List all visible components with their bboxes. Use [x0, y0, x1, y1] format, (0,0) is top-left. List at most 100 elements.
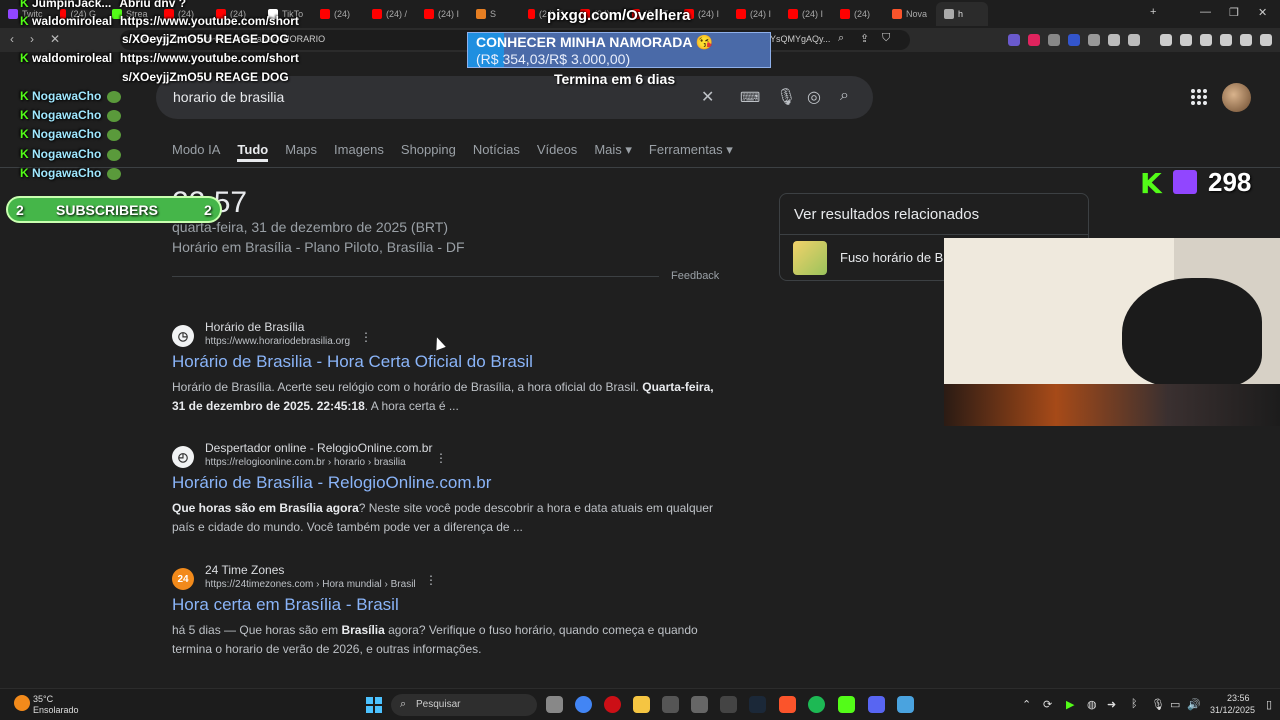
tab-favicon-icon: [320, 9, 330, 19]
tray-app-icon[interactable]: ⟳: [1043, 698, 1052, 711]
chrome-icon[interactable]: [575, 696, 592, 713]
tab-label: (24) I: [802, 9, 824, 19]
close-window-button[interactable]: ✕: [1258, 6, 1267, 19]
app-icon[interactable]: [720, 696, 737, 713]
zoom-icon[interactable]: ⌕: [838, 32, 844, 45]
brave-shield-icon[interactable]: ⛉: [882, 32, 890, 45]
extension-icon[interactable]: [1088, 34, 1100, 46]
network-icon[interactable]: ▭: [1170, 698, 1180, 711]
weather-temp[interactable]: 35°C: [33, 694, 53, 704]
new-tab-button[interactable]: +: [1150, 6, 1156, 18]
result-snippet: Horário de Brasília. Acerte seu relógio …: [172, 380, 714, 413]
more-options-icon[interactable]: ⋮: [425, 573, 437, 587]
volume-icon[interactable]: 🔊: [1187, 698, 1201, 711]
file-explorer-icon[interactable]: [633, 696, 650, 713]
chat-message: K NogawaCho: [20, 147, 122, 161]
browser-tab[interactable]: (24) I: [416, 2, 468, 26]
tab-favicon-icon: [736, 9, 746, 19]
wallet-icon[interactable]: [1200, 34, 1212, 46]
twitch-logo-icon: [1173, 170, 1197, 194]
clock-date[interactable]: 31/12/2025: [1210, 705, 1255, 715]
menu-icon[interactable]: [1260, 34, 1272, 46]
tab-label: (24) I: [438, 9, 460, 19]
sidebar-icon[interactable]: [1180, 34, 1192, 46]
discord-icon[interactable]: [868, 696, 885, 713]
tab-vídeos[interactable]: Vídeos: [537, 142, 577, 162]
steam-icon[interactable]: [749, 696, 766, 713]
tray-play-icon[interactable]: ▶: [1066, 698, 1074, 711]
tab-favicon-icon: [944, 9, 954, 19]
result-title-link[interactable]: Hora certa em Brasília - Brasil: [172, 595, 399, 615]
show-hidden-icons-icon[interactable]: ⌃: [1022, 698, 1031, 711]
search-icon[interactable]: ⌕: [840, 87, 849, 105]
more-options-icon[interactable]: ⋮: [360, 330, 372, 344]
sun-icon[interactable]: [14, 695, 30, 711]
tray-app-icon[interactable]: ➜: [1107, 698, 1116, 711]
notifications-icon[interactable]: ▯: [1266, 698, 1272, 711]
tray-app-icon[interactable]: ◍: [1087, 698, 1097, 711]
feedback-link[interactable]: Feedback: [671, 270, 719, 282]
extension-icon[interactable]: [1048, 34, 1060, 46]
tab-mais[interactable]: Mais ▾: [594, 142, 632, 162]
avatar[interactable]: [1222, 83, 1251, 112]
result-title-link[interactable]: Horário de Brasília - RelogioOnline.com.…: [172, 473, 491, 493]
maximize-button[interactable]: ❐: [1229, 6, 1239, 19]
browser-tab[interactable]: (24): [312, 2, 364, 26]
notepad-icon[interactable]: [897, 696, 914, 713]
browser-tab[interactable]: h: [936, 2, 988, 26]
donation-goal-name: CONHECER MINHA NAMORADA 😘: [476, 34, 714, 50]
screenshot-icon[interactable]: [1128, 34, 1140, 46]
tab-favicon-icon: [372, 9, 382, 19]
browser-tab[interactable]: S: [468, 2, 520, 26]
extension-icon[interactable]: [1008, 34, 1020, 46]
map-thumbnail[interactable]: [793, 241, 827, 275]
vpn-icon[interactable]: [1240, 34, 1252, 46]
keyboard-icon[interactable]: ⌨: [740, 89, 760, 106]
clock-time[interactable]: 23:56: [1227, 693, 1250, 703]
google-apps-icon[interactable]: [1191, 89, 1207, 105]
leo-ai-icon[interactable]: [1220, 34, 1232, 46]
spotify-icon[interactable]: [808, 696, 825, 713]
browser-tab[interactable]: (24) /: [364, 2, 416, 26]
extension-icon[interactable]: [1068, 34, 1080, 46]
bluetooth-icon[interactable]: ᛒ: [1131, 698, 1138, 710]
kick-badge-icon: K: [20, 147, 32, 161]
browser-tab[interactable]: (24) I: [728, 2, 780, 26]
browser-tab[interactable]: (24) I: [780, 2, 832, 26]
windows-start-icon[interactable]: [366, 697, 382, 713]
tab-shopping[interactable]: Shopping: [401, 142, 456, 162]
lens-icon[interactable]: ◎: [807, 87, 821, 107]
share-icon[interactable]: ⇪: [860, 32, 869, 45]
microphone-icon[interactable]: 🎙: [776, 87, 796, 107]
kick-app-icon[interactable]: [838, 696, 855, 713]
browser-tab[interactable]: Nova: [884, 2, 936, 26]
result-title-link[interactable]: Horário de Brasilia - Hora Certa Oficial…: [172, 352, 533, 372]
tab-imagens[interactable]: Imagens: [334, 142, 384, 162]
chat-username: NogawaCho: [32, 127, 102, 141]
tab-favicon-icon: [788, 9, 798, 19]
kick-badge-icon: K: [20, 0, 32, 10]
chat-message: K NogawaCho: [20, 127, 122, 141]
chat-text: s/XOeyjjZmO5U REAGE DOG: [122, 32, 289, 46]
browser-tab[interactable]: (24): [832, 2, 884, 26]
opera-icon[interactable]: [604, 696, 621, 713]
music-icon[interactable]: [1160, 34, 1172, 46]
more-options-icon[interactable]: ⋮: [435, 451, 447, 465]
minimize-button[interactable]: —: [1200, 6, 1211, 18]
tab-label: (24) /: [386, 9, 408, 19]
extensions-puzzle-icon[interactable]: [1108, 34, 1120, 46]
tab-ferramentas[interactable]: Ferramentas ▾: [649, 142, 733, 162]
taskbar-search[interactable]: ⌕ Pesquisar: [391, 694, 537, 716]
donation-goal-bar: CONHECER MINHA NAMORADA 😘 (R$ 354,03/R$ …: [467, 32, 771, 68]
clear-icon[interactable]: ✕: [701, 87, 714, 107]
app-icon[interactable]: [662, 696, 679, 713]
kick-badge-icon: K: [20, 108, 32, 122]
brave-icon[interactable]: [779, 696, 796, 713]
task-view-icon[interactable]: [546, 696, 563, 713]
weather-desc[interactable]: Ensolarado: [33, 705, 79, 715]
obs-icon[interactable]: [691, 696, 708, 713]
tab-notícias[interactable]: Notícias: [473, 142, 520, 162]
extension-icon[interactable]: [1028, 34, 1040, 46]
frog-emote-icon: [107, 148, 122, 161]
microphone-icon[interactable]: 🎙: [1151, 698, 1165, 711]
